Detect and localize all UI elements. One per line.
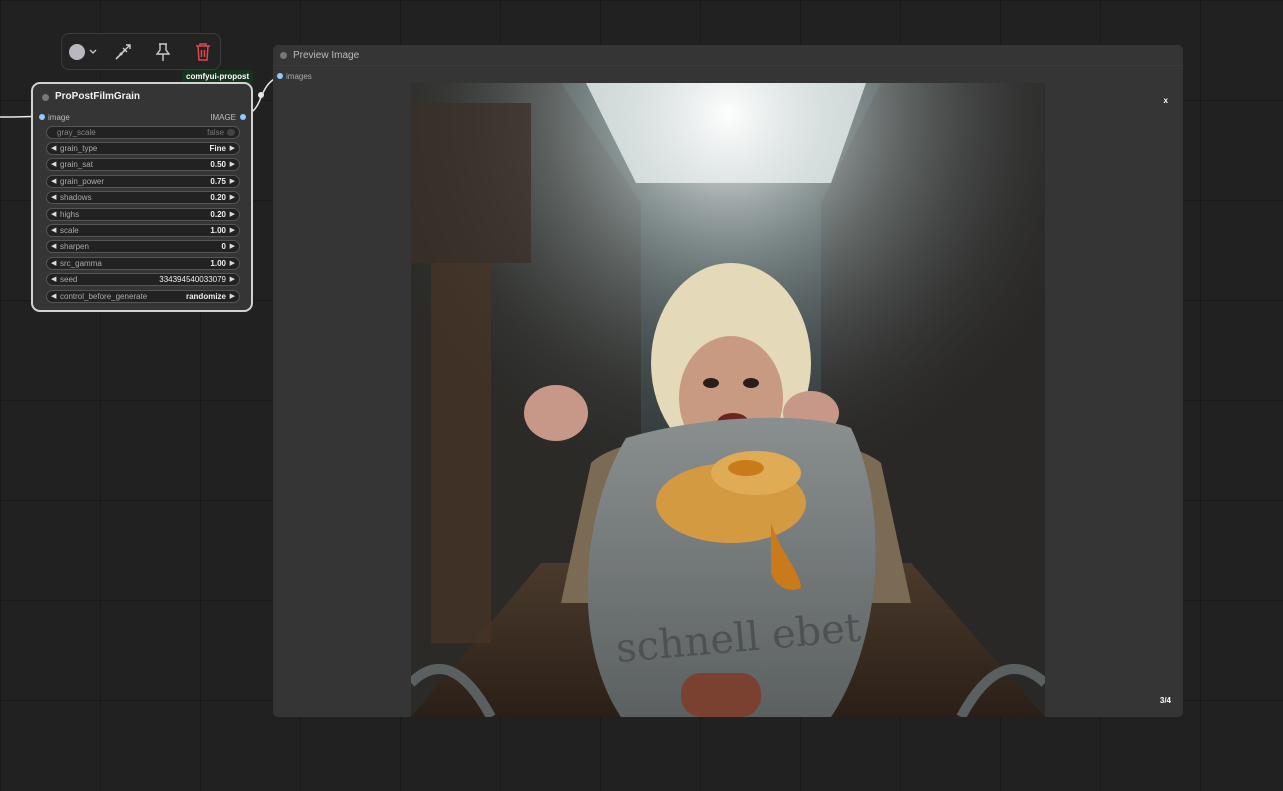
decrement-arrow-icon[interactable]: ◀: [51, 291, 56, 302]
widget-value: 0: [221, 242, 226, 251]
output-label-image: IMAGE: [210, 113, 236, 122]
widget-label: sharpen: [60, 242, 89, 251]
propost-film-grain-node[interactable]: ProPostFilmGrain image IMAGE gray_scale …: [31, 82, 253, 312]
input-label-images: images: [286, 72, 312, 81]
preview-image-node[interactable]: Preview Image images schnell ebet x 3/4: [273, 45, 1183, 717]
widget-label: highs: [60, 210, 80, 219]
input-label-image: image: [48, 113, 70, 122]
link-midpoint: [258, 92, 264, 98]
increment-arrow-icon[interactable]: ▶: [230, 143, 235, 154]
widget-label: control_before_generate: [60, 292, 148, 301]
widget-label: grain_type: [60, 144, 98, 153]
node-collapse-dot[interactable]: [280, 52, 287, 59]
increment-arrow-icon[interactable]: ▶: [230, 225, 235, 236]
widget-value: 1.00: [210, 226, 226, 235]
increment-arrow-icon[interactable]: ▶: [230, 291, 235, 302]
widget-label: grain_power: [60, 177, 105, 186]
increment-arrow-icon[interactable]: ▶: [230, 258, 235, 269]
decrement-arrow-icon[interactable]: ◀: [51, 209, 56, 220]
delete-button[interactable]: [190, 34, 216, 69]
widget-seed[interactable]: ◀ seed 334394540033079 ▶: [46, 273, 240, 286]
widget-control-before-generate[interactable]: ◀ control_before_generate randomize ▶: [46, 290, 240, 303]
widget-value: false: [207, 128, 224, 137]
title-divider: [273, 65, 1183, 66]
output-slot-image[interactable]: [240, 114, 246, 120]
widget-src-gamma[interactable]: ◀ src_gamma 1.00 ▶: [46, 257, 240, 270]
image-counter: 3/4: [1159, 696, 1171, 705]
decrement-arrow-icon[interactable]: ◀: [51, 192, 56, 203]
color-circle-icon: [69, 43, 85, 60]
preview-image-illustration: schnell ebet: [411, 83, 1045, 717]
widget-value: 1.00: [210, 259, 226, 268]
widget-gray-scale[interactable]: gray_scale false: [46, 126, 240, 139]
increment-arrow-icon[interactable]: ▶: [230, 176, 235, 187]
color-picker-button[interactable]: [67, 34, 99, 69]
widget-label: src_gamma: [60, 259, 102, 268]
widget-value: randomize: [185, 292, 226, 301]
widget-value: 334394540033079: [159, 275, 226, 284]
widget-grain-type[interactable]: ◀ grain_type Fine ▶: [46, 142, 240, 155]
increment-arrow-icon[interactable]: ▶: [230, 192, 235, 203]
bypass-button[interactable]: [110, 34, 136, 69]
selection-toolbox: [61, 33, 221, 70]
widget-highs[interactable]: ◀ highs 0.20 ▶: [46, 208, 240, 221]
decrement-arrow-icon[interactable]: ◀: [51, 225, 56, 236]
trash-icon: [196, 42, 210, 61]
widget-label: grain_sat: [60, 160, 93, 169]
decrement-arrow-icon[interactable]: ◀: [51, 241, 56, 252]
close-preview-button[interactable]: x: [1164, 96, 1168, 105]
widget-label: seed: [60, 275, 78, 284]
decrement-arrow-icon[interactable]: ◀: [51, 143, 56, 154]
widget-scale[interactable]: ◀ scale 1.00 ▶: [46, 224, 240, 237]
increment-arrow-icon[interactable]: ▶: [230, 274, 235, 285]
increment-arrow-icon[interactable]: ▶: [230, 159, 235, 170]
widget-value: 0.75: [210, 177, 226, 186]
widget-grain-sat[interactable]: ◀ grain_sat 0.50 ▶: [46, 158, 240, 171]
decrement-arrow-icon[interactable]: ◀: [51, 258, 56, 269]
decrement-arrow-icon[interactable]: ◀: [51, 159, 56, 170]
widget-value: 0.20: [210, 210, 226, 219]
widget-sharpen[interactable]: ◀ sharpen 0 ▶: [46, 240, 240, 253]
increment-arrow-icon[interactable]: ▶: [230, 241, 235, 252]
node-title: ProPostFilmGrain: [55, 91, 141, 102]
input-slot-images[interactable]: [277, 73, 283, 79]
widget-label: scale: [60, 226, 79, 235]
node-collapse-dot[interactable]: [42, 94, 49, 101]
widget-shadows[interactable]: ◀ shadows 0.20 ▶: [46, 191, 240, 204]
widget-label: shadows: [60, 193, 92, 202]
pin-icon: [155, 42, 171, 61]
bypass-wand-icon: [115, 43, 131, 60]
node-title: Preview Image: [293, 50, 360, 61]
widget-value: 0.20: [210, 193, 226, 202]
increment-arrow-icon[interactable]: ▶: [230, 209, 235, 220]
toggle-knob[interactable]: [227, 129, 235, 136]
input-slot-image[interactable]: [39, 114, 45, 120]
widget-value: 0.50: [210, 160, 226, 169]
preview-image[interactable]: schnell ebet: [411, 83, 1045, 717]
chevron-down-icon: [89, 49, 97, 54]
widget-label: gray_scale: [57, 128, 96, 137]
decrement-arrow-icon[interactable]: ◀: [51, 274, 56, 285]
decrement-arrow-icon[interactable]: ◀: [51, 176, 56, 187]
pin-button[interactable]: [150, 34, 176, 69]
widget-grain-power[interactable]: ◀ grain_power 0.75 ▶: [46, 175, 240, 188]
widget-value: Fine: [209, 144, 226, 153]
